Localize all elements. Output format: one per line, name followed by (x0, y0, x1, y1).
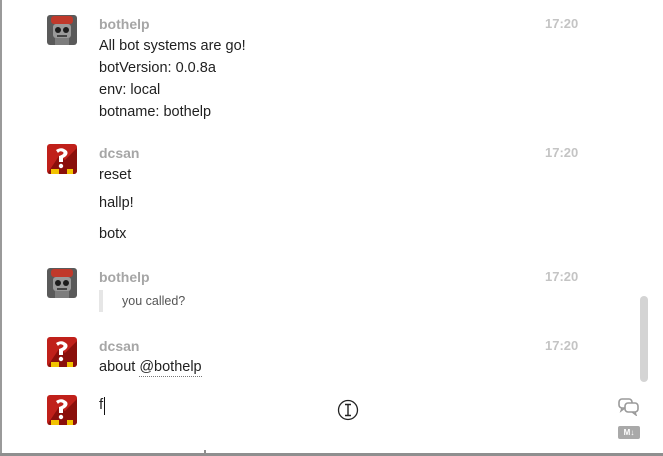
message-line: about @bothelp (99, 359, 202, 377)
message-line: botx (99, 226, 127, 242)
scrollbar-thumb[interactable] (640, 296, 648, 382)
message-username[interactable]: bothelp (99, 269, 150, 285)
message-username[interactable]: dcsan (99, 338, 139, 354)
dcsan-avatar-icon (47, 395, 77, 425)
window-left-border (0, 0, 2, 456)
robot-avatar-icon[interactable] (47, 268, 77, 298)
dcsan-avatar-icon[interactable] (47, 144, 77, 174)
text-caret (104, 397, 105, 415)
window-divider (204, 450, 206, 456)
message-username[interactable]: bothelp (99, 16, 150, 32)
message-input[interactable]: f (99, 396, 103, 413)
message-timestamp[interactable]: 17:20 (545, 338, 578, 353)
message-line: botname: bothelp (99, 104, 212, 120)
message-timestamp[interactable]: 17:20 (545, 269, 578, 284)
quote-bar (99, 290, 103, 312)
robot-avatar-icon[interactable] (47, 15, 77, 45)
dcsan-avatar-icon[interactable] (47, 337, 77, 367)
message-username[interactable]: dcsan (99, 145, 139, 161)
quote-text: you called? (122, 294, 186, 308)
chat-bubbles-icon[interactable] (618, 398, 640, 416)
message-line: All bot systems are go! (99, 38, 246, 54)
mention-link[interactable]: @bothelp (139, 359, 202, 377)
message-line: hallp! (99, 195, 134, 211)
message-line: botVersion: 0.0.8a (99, 60, 216, 76)
markdown-icon[interactable]: M↓ (618, 426, 640, 439)
message-line: reset (99, 167, 132, 183)
message-text: about (99, 359, 140, 375)
message-timestamp[interactable]: 17:20 (545, 16, 578, 31)
message-timestamp[interactable]: 17:20 (545, 145, 578, 160)
message-line: env: local (99, 82, 161, 98)
text-cursor-icon (337, 399, 359, 421)
